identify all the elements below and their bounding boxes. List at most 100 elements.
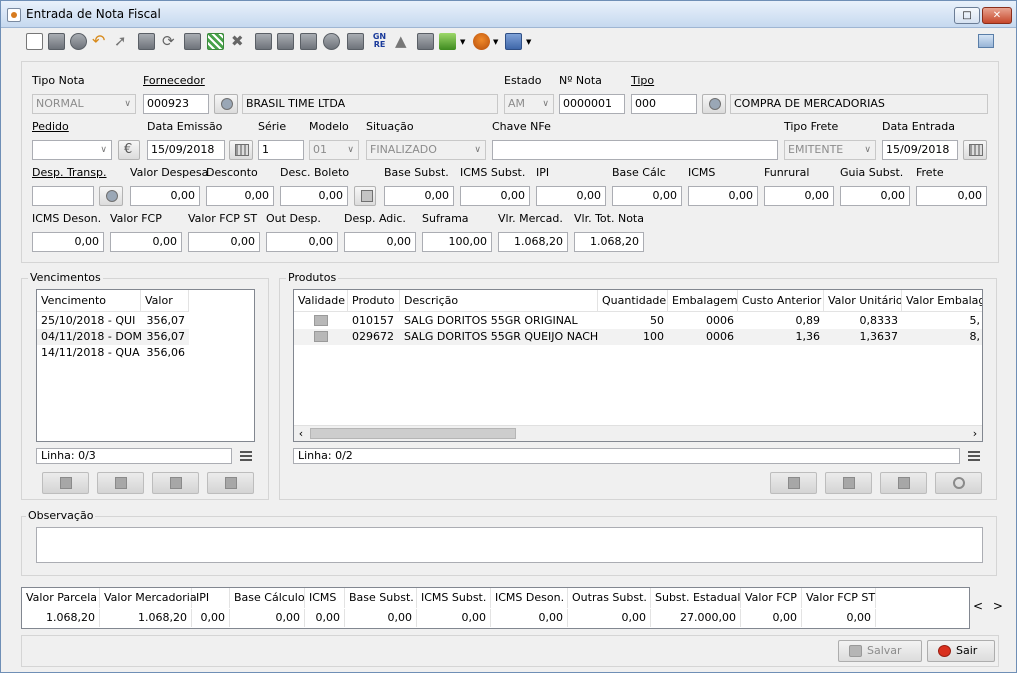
tipo-code-input[interactable]: 000	[631, 94, 697, 114]
nav-prev-icon[interactable]: <	[973, 599, 983, 613]
base-calc-input[interactable]: 0,00	[612, 186, 682, 206]
fornecedor-search-button[interactable]	[214, 94, 238, 114]
truck-icon[interactable]	[505, 33, 522, 50]
col-validade[interactable]: Validade	[294, 290, 348, 312]
fornecedor-label[interactable]: Fornecedor	[143, 74, 205, 87]
estado-select[interactable]: AM ∨	[504, 94, 554, 114]
print-preview-icon[interactable]	[70, 33, 87, 50]
data-emissao-calendar-button[interactable]	[229, 140, 253, 160]
ipi-input[interactable]: 0,00	[536, 186, 606, 206]
table-row[interactable]: 04/11/2018 - DOM 356,07	[37, 329, 189, 345]
vlr-mercad-input[interactable]: 1.068,20	[498, 232, 568, 252]
pedido-label[interactable]: Pedido	[32, 120, 69, 133]
desc-boleto-button[interactable]	[354, 186, 376, 206]
data-entrada-input[interactable]: 15/09/2018	[882, 140, 958, 160]
monitor-icon[interactable]	[300, 33, 317, 50]
valor-fcp-st-input[interactable]: 0,00	[188, 232, 260, 252]
produtos-refresh-button[interactable]	[935, 472, 982, 494]
scroll-left-icon[interactable]: ‹	[294, 426, 308, 441]
icms-input[interactable]: 0,00	[688, 186, 758, 206]
warning-icon[interactable]: ▲	[395, 33, 412, 50]
scrollbar-thumb[interactable]	[310, 428, 516, 439]
table-row[interactable]: 14/11/2018 - QUA 356,06	[37, 345, 189, 361]
tipo-search-button[interactable]	[702, 94, 726, 114]
modelo-select[interactable]: 01 ∨	[309, 140, 359, 160]
windows-cascade-icon[interactable]	[978, 34, 994, 48]
col-embalagem[interactable]: Embalagem	[668, 290, 738, 312]
funrural-input[interactable]: 0,00	[764, 186, 834, 206]
scroll-right-icon[interactable]: ›	[968, 426, 982, 441]
suframa-input[interactable]: 100,00	[422, 232, 492, 252]
pedido-select[interactable]: ∨	[32, 140, 112, 160]
vencimentos-table[interactable]: Vencimento Valor 25/10/2018 - QUI 356,07…	[36, 289, 255, 442]
menu-icon[interactable]	[240, 451, 252, 461]
desp-transp-search-button[interactable]	[99, 186, 123, 206]
icms-subst-input[interactable]: 0,00	[460, 186, 530, 206]
salvar-button[interactable]: Salvar	[838, 640, 922, 662]
vencimentos-edit-button[interactable]	[97, 472, 144, 494]
vencimentos-delete-button[interactable]	[152, 472, 199, 494]
currency-button[interactable]: €	[118, 140, 140, 160]
serie-input[interactable]: 1	[258, 140, 304, 160]
sair-button[interactable]: Sair	[927, 640, 995, 662]
calendar-icon[interactable]	[347, 33, 364, 50]
produtos-add-button[interactable]	[770, 472, 817, 494]
tools-icon[interactable]: ✖	[231, 33, 248, 50]
close-button[interactable]: ✕	[982, 7, 1012, 24]
refresh-icon[interactable]: ⟳	[162, 33, 179, 50]
col-valor-embalagem[interactable]: Valor Embalage	[902, 290, 982, 312]
col-descricao[interactable]: Descrição	[400, 290, 598, 312]
wand-icon[interactable]: ➚	[114, 33, 131, 50]
col-produto[interactable]: Produto	[348, 290, 400, 312]
table-row[interactable]: 010157 SALG DORITOS 55GR ORIGINAL 50 000…	[294, 313, 982, 329]
situacao-select[interactable]: FINALIZADO ∨	[366, 140, 486, 160]
base-subst-input[interactable]: 0,00	[384, 186, 454, 206]
restore-button[interactable]: □	[954, 7, 980, 24]
data-entrada-calendar-button[interactable]	[963, 140, 987, 160]
observacao-textarea[interactable]	[36, 527, 983, 563]
tipo-nota-select[interactable]: NORMAL ∨	[32, 94, 136, 114]
validade-icon[interactable]	[314, 315, 328, 326]
col-valor-unitario[interactable]: Valor Unitário	[824, 290, 902, 312]
save-icon[interactable]	[48, 33, 65, 50]
validade-icon[interactable]	[314, 331, 328, 342]
download-icon[interactable]	[439, 33, 456, 50]
desp-adic-input[interactable]: 0,00	[344, 232, 416, 252]
tipo-label[interactable]: Tipo	[631, 74, 654, 87]
n-nota-input[interactable]: 0000001	[559, 94, 625, 114]
table-row[interactable]: 25/10/2018 - QUI 356,07	[37, 313, 189, 329]
desp-transp-label[interactable]: Desp. Transp.	[32, 166, 107, 179]
icms-deson-input[interactable]: 0,00	[32, 232, 104, 252]
produtos-edit-button[interactable]	[825, 472, 872, 494]
expand-icon[interactable]	[207, 33, 224, 50]
paste-icon[interactable]	[184, 33, 201, 50]
desc-boleto-input[interactable]: 0,00	[280, 186, 348, 206]
guia-subst-input[interactable]: 0,00	[840, 186, 910, 206]
desconto-input[interactable]: 0,00	[206, 186, 274, 206]
col-valor[interactable]: Valor	[141, 290, 189, 312]
nav-next-icon[interactable]: >	[993, 599, 1003, 613]
vencimentos-add-button[interactable]	[42, 472, 89, 494]
fornecedor-code-input[interactable]: 000923	[143, 94, 209, 114]
frete-input[interactable]: 0,00	[916, 186, 987, 206]
vlr-tot-nota-input[interactable]: 1.068,20	[574, 232, 644, 252]
tipo-frete-select[interactable]: EMITENTE ∨	[784, 140, 876, 160]
valor-fcp-input[interactable]: 0,00	[110, 232, 182, 252]
col-quantidade[interactable]: Quantidade	[598, 290, 668, 312]
chave-nfe-input[interactable]	[492, 140, 778, 160]
gear-icon[interactable]	[323, 33, 340, 50]
produtos-table[interactable]: Validade Produto Descrição Quantidade Em…	[293, 289, 983, 442]
truck-dropdown-icon[interactable]: ▼	[526, 38, 531, 46]
out-desp-input[interactable]: 0,00	[266, 232, 338, 252]
copy-icon[interactable]	[255, 33, 272, 50]
award-icon[interactable]	[473, 33, 490, 50]
table-row[interactable]: 029672 SALG DORITOS 55GR QUEIJO NACHO 10…	[294, 329, 982, 345]
produtos-clear-button[interactable]	[880, 472, 927, 494]
document-icon[interactable]	[277, 33, 294, 50]
vencimentos-generate-button[interactable]	[207, 472, 254, 494]
data-emissao-input[interactable]: 15/09/2018	[147, 140, 225, 160]
valor-despesa-input[interactable]: 0,00	[130, 186, 200, 206]
desp-transp-input[interactable]	[32, 186, 94, 206]
horizontal-scrollbar[interactable]: ‹ ›	[294, 425, 982, 441]
undo-icon[interactable]: ↶	[92, 33, 109, 50]
